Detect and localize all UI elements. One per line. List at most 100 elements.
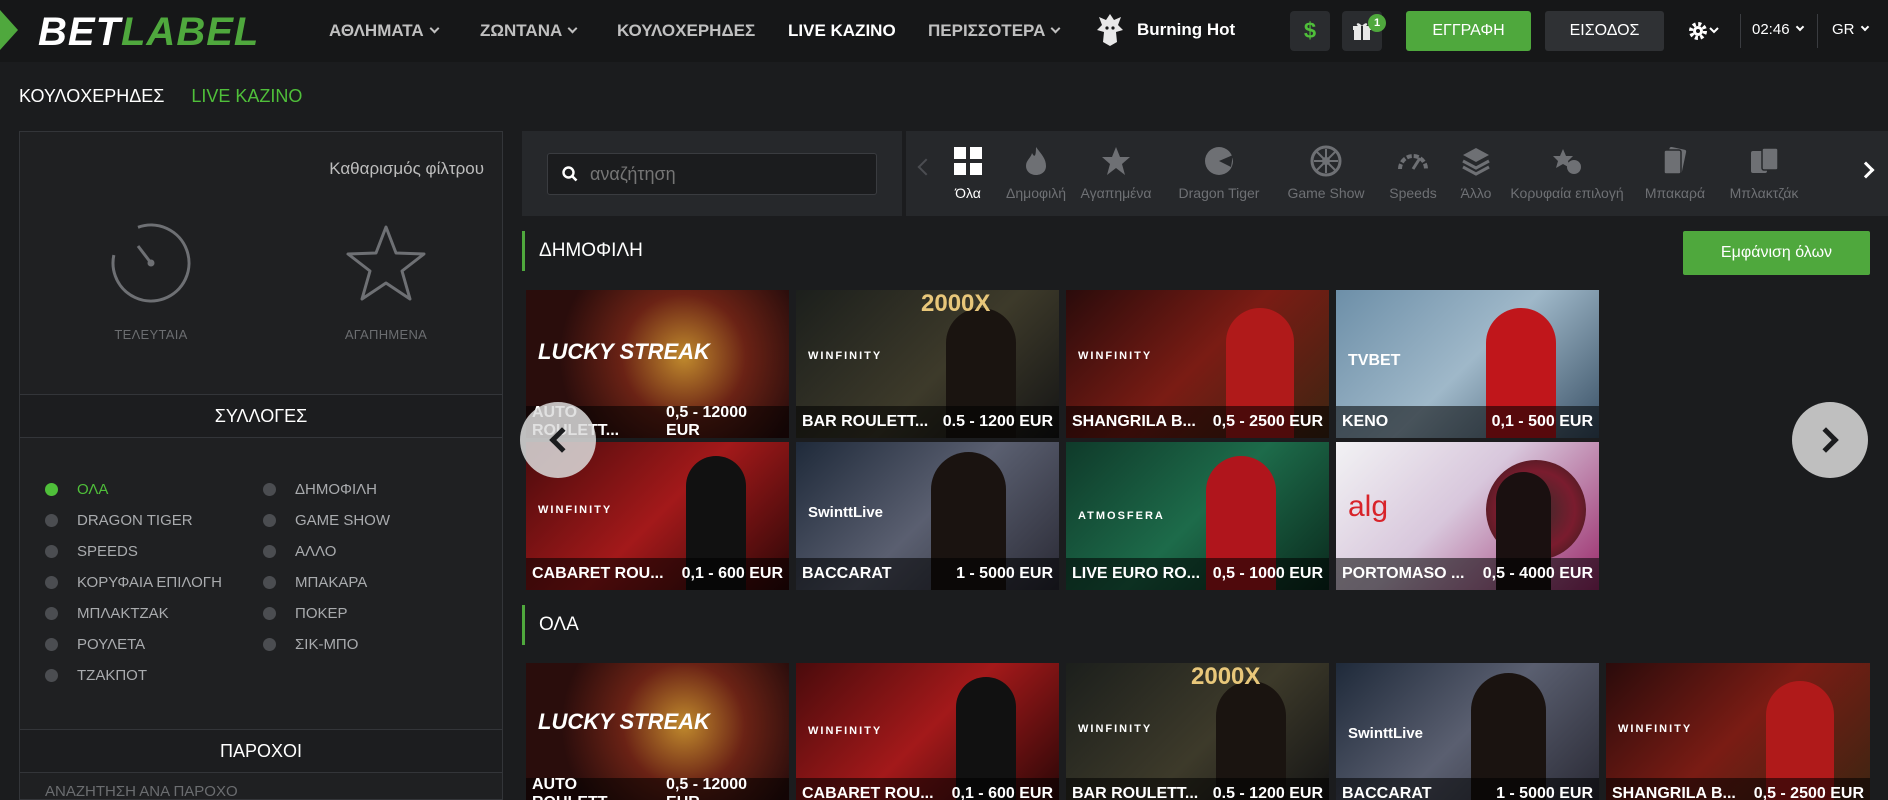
collection-jackpot[interactable]: ΤΖΑΚΠΟΤ: [45, 667, 147, 684]
breadcrumb: ΚΟΥΛΟΧΕΡΗΔΕΣ LIVE ΚΑΖΙΝΟ: [19, 86, 302, 107]
game-tile[interactable]: 2000X WINFINITY BAR ROULETT... 0.5 - 1200…: [1066, 663, 1329, 800]
category-baccarat[interactable]: Μπακαρά: [1640, 145, 1710, 201]
category-poker[interactable]: Π: [1812, 145, 1832, 161]
provider-search-input[interactable]: ΑΝΑΖΗΤΗΣΗ ΑΝΑ ΠΑΡΟΧΟ: [45, 783, 238, 800]
language-dropdown[interactable]: GR: [1832, 21, 1869, 38]
dragon-icon: [1097, 14, 1123, 46]
collection-blackjack[interactable]: ΜΠΛΑΚΤΖΑΚ: [45, 605, 169, 622]
radio-dot: [45, 669, 58, 682]
logo[interactable]: BETLABEL: [38, 10, 259, 55]
category-all[interactable]: Όλα: [938, 145, 998, 201]
chevron-right-icon[interactable]: [1857, 161, 1875, 179]
collection-dragon-tiger[interactable]: DRAGON TIGER: [45, 512, 193, 529]
game-limits: 0,1 - 600 EUR: [681, 565, 783, 582]
game-tile[interactable]: WINFINITY SHANGRILA B... 0,5 - 2500 EUR: [1606, 663, 1870, 800]
game-tile[interactable]: alg PORTOMASO ... 0,5 - 4000 EUR: [1336, 442, 1599, 590]
breadcrumb-slots[interactable]: ΚΟΥΛΟΧΕΡΗΔΕΣ: [19, 86, 164, 106]
brand-logo: WINFINITY: [1078, 723, 1153, 735]
collection-roulette[interactable]: ΡΟΥΛΕΤΑ: [45, 636, 145, 653]
category-popular[interactable]: Δημοφιλή: [996, 145, 1076, 201]
nav-live-casino[interactable]: LIVE ΚΑΖΙΝΟ: [788, 21, 896, 41]
collection-label: ΔΗΜΟΦΙΛΗ: [295, 481, 378, 498]
collection-game-show[interactable]: GAME SHOW: [263, 512, 390, 529]
category-speeds[interactable]: Speeds: [1383, 145, 1443, 201]
burning-hot-link[interactable]: Burning Hot: [1095, 12, 1235, 48]
collection-all[interactable]: ΟΛΑ: [45, 481, 108, 498]
nav-sports[interactable]: ΑΘΛΗΜΑΤΑ: [329, 21, 440, 41]
category-label: Speeds: [1389, 185, 1437, 201]
category-other[interactable]: Άλλο: [1446, 145, 1506, 201]
header-divider: [1817, 14, 1818, 48]
category-favorites[interactable]: Αγαπημένα: [1076, 145, 1156, 201]
brand-logo: SwinttLive: [808, 504, 884, 521]
chevron-down-icon: [567, 23, 578, 34]
game-limits: 0,5 - 4000 EUR: [1482, 565, 1593, 582]
wheel-icon: [1310, 145, 1342, 177]
chevron-left-icon[interactable]: [917, 158, 935, 176]
search-box: [547, 153, 877, 195]
game-info: KENO 0,1 - 500 EUR: [1336, 406, 1599, 438]
collection-poker[interactable]: ΠΟΚΕΡ: [263, 605, 348, 622]
nav-live[interactable]: ΖΩΝΤΑΝΑ: [480, 21, 578, 41]
category-blackjack[interactable]: Μπλακτζάκ: [1724, 145, 1804, 201]
search-input[interactable]: [590, 163, 850, 185]
collection-top-picks[interactable]: ΚΟΡΥΦΑΙΑ ΕΠΙΛΟΓΗ: [45, 574, 222, 591]
chevron-down-icon: [1050, 23, 1061, 34]
gift-count-badge: 1: [1368, 14, 1386, 32]
carousel-next-button[interactable]: [1792, 402, 1868, 478]
favorites-button[interactable]: ΑΓΑΠΗΜΕΝΑ: [326, 222, 446, 342]
collection-popular[interactable]: ΔΗΜΟΦΙΛΗ: [263, 481, 377, 498]
logo-text-label: LABEL: [121, 10, 260, 54]
game-limits: 0,5 - 2500 EUR: [1753, 785, 1864, 800]
brand-logo: WINFINITY: [808, 725, 883, 737]
show-all-button[interactable]: Εμφάνιση όλων: [1683, 231, 1870, 275]
clear-filter-link[interactable]: Καθαρισμός φίλτρου: [329, 159, 484, 179]
game-tile[interactable]: 2000X WINFINITY BAR ROULETT... 0.5 - 1200…: [796, 290, 1059, 438]
game-tile[interactable]: SwinttLive BACCARAT 1 - 5000 EUR: [796, 442, 1059, 590]
collection-other[interactable]: ΑΛΛΟ: [263, 543, 336, 560]
game-tile[interactable]: SwinttLive BACCARAT 1 - 5000 EUR: [1336, 663, 1599, 800]
search-panel: [522, 131, 902, 216]
game-info: SHANGRILA B... 0,5 - 2500 EUR: [1066, 406, 1329, 438]
gift-button[interactable]: 1: [1342, 11, 1386, 51]
category-label: Όλα: [955, 185, 981, 201]
settings-button[interactable]: [1687, 19, 1721, 48]
brand-logo: WINFINITY: [1078, 350, 1153, 362]
game-name: AUTO ROULETT...: [532, 776, 619, 800]
game-tile[interactable]: WINFINITY SHANGRILA B... 0,5 - 2500 EUR: [1066, 290, 1329, 438]
game-limits: 0.5 - 1200 EUR: [942, 413, 1053, 430]
breadcrumb-live-casino[interactable]: LIVE ΚΑΖΙΝΟ: [191, 86, 302, 106]
deposit-button[interactable]: $: [1290, 11, 1330, 51]
radio-dot: [263, 638, 276, 651]
carousel-prev-button[interactable]: [520, 402, 596, 478]
recent-games-button[interactable]: ΤΕΛΕΥΤΑΙΑ: [91, 222, 211, 342]
register-button[interactable]: ΕΓΓΡΑΦΗ: [1406, 11, 1531, 51]
nav-more[interactable]: ΠΕΡΙΣΣΟΤΕΡΑ: [928, 21, 1061, 41]
radio-dot: [45, 576, 58, 589]
category-top-picks[interactable]: Κορυφαία επιλογή: [1502, 145, 1632, 201]
game-info: BACCARAT 1 - 5000 EUR: [1336, 778, 1599, 800]
collection-speeds[interactable]: SPEEDS: [45, 543, 138, 560]
nav-more-label: ΠΕΡΙΣΣΟΤΕΡΑ: [928, 21, 1046, 40]
brand-logo: TVBET: [1348, 352, 1401, 369]
game-limits: 1 - 5000 EUR: [956, 565, 1053, 582]
login-button[interactable]: ΕΙΣΟΔΟΣ: [1545, 11, 1664, 51]
category-game-show[interactable]: Game Show: [1281, 145, 1371, 201]
clock-dropdown[interactable]: 02:46: [1752, 21, 1804, 38]
game-name: KENO: [1342, 413, 1389, 430]
category-label: Game Show: [1287, 185, 1365, 201]
collection-sic-bo[interactable]: ΣΙΚ-ΜΠΟ: [263, 636, 358, 653]
nav-slots[interactable]: ΚΟΥΛΟΧΕΡΗΔΕΣ: [617, 21, 755, 41]
game-tile[interactable]: ATMOSFERA LIVE EURO RO... 0,5 - 1000 EUR: [1066, 442, 1329, 590]
collection-baccarat[interactable]: ΜΠΑΚΑΡΑ: [263, 574, 367, 591]
game-info: AUTO ROULETT... 0,5 - 12000 EUR: [526, 776, 789, 800]
game-tile[interactable]: LUCKY STREAK AUTO ROULETT... 0,5 - 12000 …: [526, 663, 789, 800]
game-name: BACCARAT: [802, 565, 892, 582]
category-dragon-tiger[interactable]: Dragon Tiger: [1174, 145, 1264, 201]
speedometer-icon: [1398, 154, 1428, 170]
game-tile[interactable]: TVBET KENO 0,1 - 500 EUR: [1336, 290, 1599, 438]
game-tile[interactable]: WINFINITY CABARET ROU... 0,1 - 600 EUR: [796, 663, 1059, 800]
game-info: SHANGRILA B... 0,5 - 2500 EUR: [1606, 778, 1870, 800]
game-info: PORTOMASO ... 0,5 - 4000 EUR: [1336, 558, 1599, 590]
popular-section-title: ΔΗΜΟΦΙΛΗ: [522, 231, 643, 271]
